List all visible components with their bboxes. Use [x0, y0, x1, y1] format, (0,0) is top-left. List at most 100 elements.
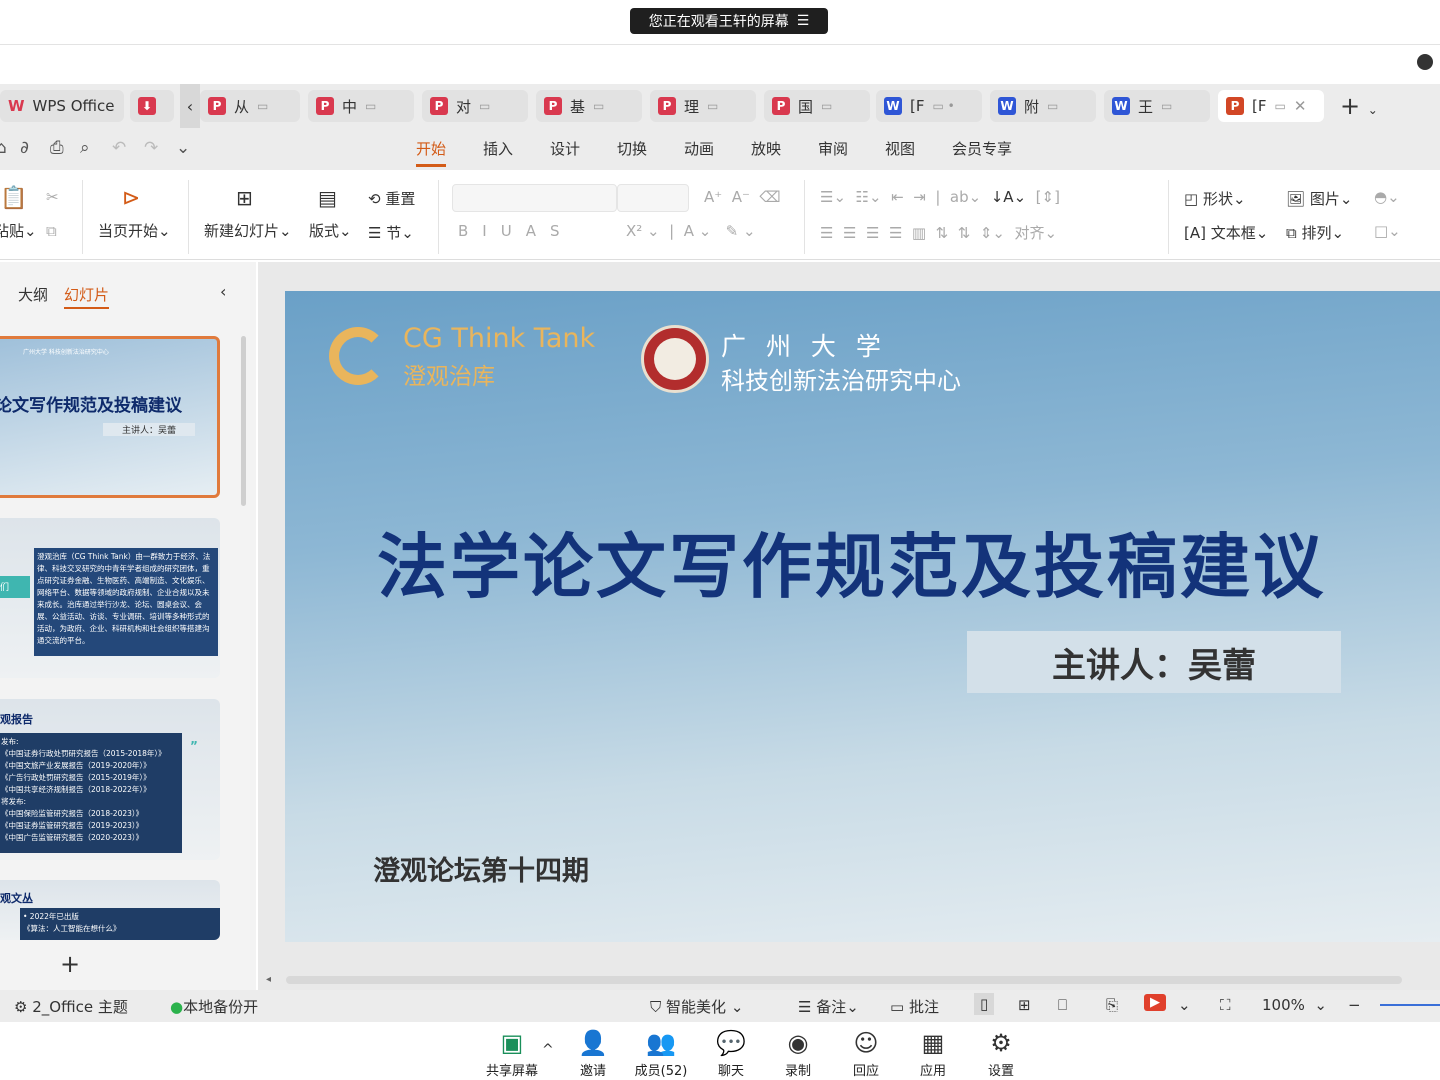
- shape-button[interactable]: ◰ 形状⌄: [1184, 188, 1246, 209]
- backup-button[interactable]: ●本地备份开: [170, 996, 258, 1017]
- chevron-down-icon[interactable]: ⌄: [1368, 103, 1378, 117]
- tab-slides[interactable]: 幻灯片: [64, 284, 110, 309]
- thumb-line: 《中国文旅产业发展报告（2019-2020年）》: [1, 761, 151, 770]
- slide-thumbnail-2[interactable]: 们 澄观治库（CG Think Tank）由一群致力于经济、法律、科技交叉研究的…: [0, 518, 220, 678]
- tab-doc[interactable]: W 附 ▭: [990, 90, 1096, 122]
- tab-doc[interactable]: P 国 ▭: [764, 90, 870, 122]
- horizontal-scrollbar[interactable]: [286, 976, 1402, 984]
- font-name-select[interactable]: [452, 184, 617, 212]
- menu-review[interactable]: 审阅: [818, 138, 848, 159]
- outline-icon[interactable]: □⌄: [1374, 222, 1401, 240]
- cut-icon[interactable]: ✂: [46, 188, 59, 206]
- tab-wps-office[interactable]: W WPS Office: [0, 90, 124, 122]
- reading-view-icon[interactable]: ⎕: [1058, 996, 1067, 1014]
- tab-doc-active[interactable]: P [F ▭ ✕: [1218, 90, 1324, 122]
- menu-view[interactable]: 视图: [885, 138, 915, 159]
- tab-outline[interactable]: 大纲: [18, 284, 48, 305]
- menu-transitions[interactable]: 切换: [617, 138, 647, 159]
- tab-doc[interactable]: W 王 ▭: [1104, 90, 1210, 122]
- collapse-panel-icon[interactable]: ‹: [220, 282, 226, 301]
- normal-view-icon[interactable]: ▯: [974, 993, 995, 1015]
- members-button[interactable]: 👥 成员(52): [631, 1026, 691, 1079]
- theme-button[interactable]: ⚙ 2_Office 主题: [14, 996, 128, 1017]
- tab-pdf[interactable]: ⬇: [130, 90, 174, 122]
- slide-thumbnail-3[interactable]: 观报告 发布: 《中国证券行政处罚研究报告（2015-2018年）》 《中国文旅…: [0, 699, 220, 860]
- record-icon: ◉: [787, 1029, 809, 1057]
- tab-doc[interactable]: P 中 ▭: [308, 90, 414, 122]
- paste-button[interactable]: 粘贴⌄: [0, 220, 37, 241]
- redo-icon[interactable]: ↷: [144, 138, 158, 158]
- reset-button[interactable]: ⟲ 重置: [368, 188, 415, 209]
- record-button[interactable]: ◉ 录制: [768, 1026, 828, 1079]
- copy-icon[interactable]: ⧉: [46, 222, 57, 240]
- scroll-tabs-left-button[interactable]: ‹: [180, 84, 200, 128]
- close-icon[interactable]: ✕: [1294, 97, 1307, 115]
- undo-icon[interactable]: ↶: [112, 138, 126, 158]
- paste-icon[interactable]: 📋: [0, 186, 27, 211]
- menu-insert[interactable]: 插入: [483, 138, 513, 159]
- new-tab-button[interactable]: + ⌄: [1340, 92, 1378, 120]
- beautify-button[interactable]: ⛉ 智能美化 ⌄: [650, 996, 743, 1017]
- font-tools[interactable]: A⁺ A⁻ ⌫: [704, 188, 781, 206]
- fill-icon[interactable]: ◓⌄: [1374, 188, 1400, 206]
- zoom-select[interactable]: 100% ⌄: [1262, 996, 1327, 1014]
- menu-animation[interactable]: 动画: [684, 138, 714, 159]
- chevron-down-icon[interactable]: ⌄: [176, 138, 190, 158]
- members-icon: 👥: [646, 1029, 676, 1057]
- arrange-button[interactable]: ⧉ 排列⌄: [1286, 222, 1344, 243]
- reaction-button[interactable]: ☺ 回应: [836, 1026, 896, 1079]
- new-slide-icon[interactable]: ⊞: [236, 186, 253, 210]
- notes-button[interactable]: ☰ 备注⌄: [798, 996, 859, 1017]
- panel-scrollbar[interactable]: [241, 336, 246, 506]
- list-buttons[interactable]: ☰⌄ ☷⌄ ⇤ ⇥ | ab⌄ ↓A⌄ [⇕]: [820, 188, 1060, 206]
- layout-icon[interactable]: ▤: [318, 186, 337, 210]
- menu-design[interactable]: 设计: [550, 138, 580, 159]
- invite-button[interactable]: 👤 邀请: [563, 1026, 623, 1079]
- from-current-button[interactable]: 当页开始⌄: [98, 220, 171, 241]
- tab-doc[interactable]: P 对 ▭: [422, 90, 528, 122]
- home-icon[interactable]: ⌂: [0, 138, 7, 158]
- comment-button[interactable]: ▭ 批注: [890, 996, 939, 1017]
- font-size-select[interactable]: [617, 184, 689, 212]
- section-button[interactable]: ☰ 节⌄: [368, 222, 414, 243]
- chevron-up-icon[interactable]: ^: [542, 1042, 554, 1058]
- chevron-down-icon[interactable]: ⌄: [1178, 996, 1191, 1014]
- apps-button[interactable]: ▦ 应用: [903, 1026, 963, 1079]
- screen-share-banner[interactable]: 您正在观看王轩的屏幕 ☰: [630, 8, 828, 34]
- print-icon[interactable]: ⎙: [50, 138, 64, 158]
- tab-doc[interactable]: P 从 ▭: [200, 90, 300, 122]
- menu-home[interactable]: 开始: [416, 138, 447, 167]
- play-icon[interactable]: ⊳: [122, 186, 140, 211]
- status-dot-icon[interactable]: [1417, 54, 1433, 70]
- add-slide-button[interactable]: +: [60, 950, 80, 978]
- link-icon[interactable]: ∂: [20, 138, 29, 158]
- menu-lines-icon[interactable]: ☰: [797, 13, 810, 29]
- zoom-slider[interactable]: [1380, 1004, 1440, 1006]
- scroll-left-icon[interactable]: ◂: [266, 974, 271, 985]
- layout-button[interactable]: 版式⌄: [309, 220, 352, 241]
- play-slideshow-button[interactable]: ▶: [1144, 994, 1166, 1011]
- textbox-button[interactable]: [A] 文本框⌄: [1184, 222, 1268, 243]
- presenter-icon[interactable]: ⎘: [1106, 996, 1118, 1014]
- settings-icon: ⚙: [990, 1029, 1012, 1057]
- current-slide[interactable]: CG Think Tank 澄观治库 广 州 大 学 科技创新法治研究中心 法学…: [285, 291, 1440, 942]
- new-slide-button[interactable]: 新建幻灯片⌄: [204, 220, 292, 241]
- settings-button[interactable]: ⚙ 设置: [971, 1026, 1031, 1079]
- tab-doc[interactable]: W [F ▭ •: [876, 90, 982, 122]
- share-screen-button[interactable]: ▣ 共享屏幕: [482, 1026, 542, 1079]
- paragraph-buttons[interactable]: ☰ ☰ ☰ ☰ ▥ ⇅ ⇅ ⇕⌄ 对齐⌄: [820, 222, 1057, 243]
- superscript-button[interactable]: X² ⌄ | A ⌄ ✎ ⌄: [626, 222, 756, 240]
- tab-doc[interactable]: P 基 ▭: [536, 90, 642, 122]
- chat-button[interactable]: 💬 聊天: [701, 1026, 761, 1079]
- print-preview-icon[interactable]: ⌕: [80, 138, 90, 158]
- menu-slideshow[interactable]: 放映: [751, 138, 781, 159]
- slide-thumbnail-4[interactable]: 观文丛 • 2022年已出版 《算法：人工智能在想什么》: [0, 880, 220, 940]
- tab-doc[interactable]: P 理 ▭: [650, 90, 756, 122]
- menu-member[interactable]: 会员专享: [952, 138, 1012, 159]
- picture-button[interactable]: 🖼 图片⌄: [1286, 188, 1352, 209]
- zoom-out-button[interactable]: −: [1348, 996, 1361, 1014]
- grid-view-icon[interactable]: ⊞: [1018, 996, 1031, 1014]
- text-format-buttons[interactable]: BIUAS: [458, 222, 573, 240]
- slide-thumbnail-1[interactable]: 广州大学 科技创新法治研究中心 论文写作规范及投稿建议 主讲人：吴蕾: [0, 336, 220, 498]
- fit-window-icon[interactable]: ⛶: [1220, 996, 1231, 1014]
